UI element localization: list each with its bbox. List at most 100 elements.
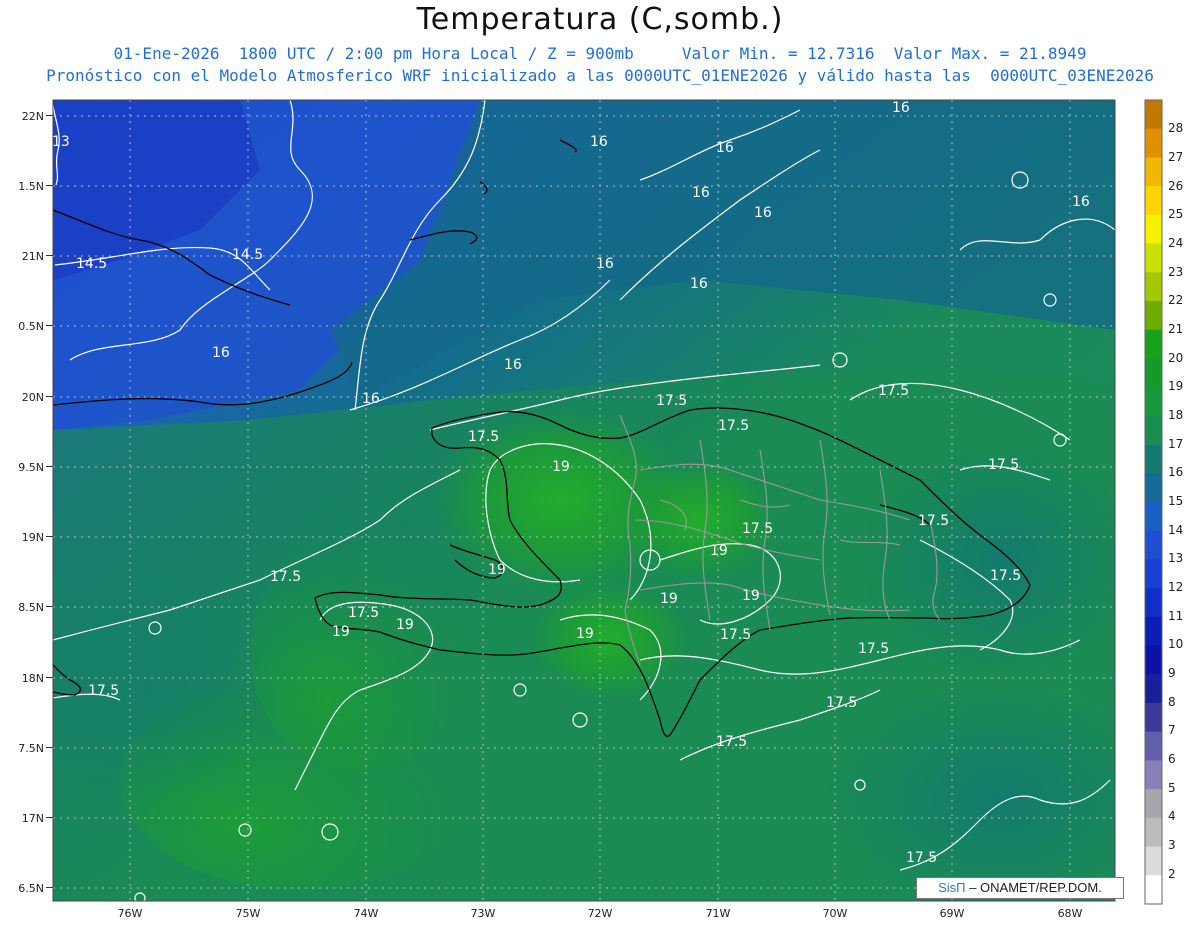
colorbar-swatch [1145,760,1162,790]
colorbar-label: 6 [1168,752,1176,766]
contour-label: 16 [590,134,608,150]
lon-tick-label: 70W [823,907,848,920]
lon-tick-label: 76W [118,907,143,920]
colorbar-swatch [1145,875,1162,905]
colorbar-swatch [1145,128,1162,159]
colorbar-swatch [1145,387,1162,417]
colorbar-label: 25 [1168,207,1183,221]
colorbar-label: 2 [1168,867,1176,881]
contour-label: 19 [332,624,350,640]
lon-tick-label: 69W [940,907,965,920]
contour-label: 19 [488,562,506,578]
contour-label: 19 [396,617,414,633]
latitude-tick-marks [46,115,53,888]
colorbar-swatch [1145,473,1162,503]
lon-tick-label: 71W [706,907,731,920]
colorbar-swatch [1145,301,1162,331]
contour-label: 17.5 [988,457,1019,473]
colorbar-swatch [1145,358,1162,388]
contour-label: 17.5 [716,734,747,750]
colorbar-swatch [1145,272,1162,302]
lat-tick-label: 7.5N [18,742,44,755]
contour-label: 16 [596,256,614,272]
colorbar-label: 21 [1168,322,1183,336]
temperature-map: 22N 1.5N 21N 0.5N 20N 9.5N 19N 8.5N 18N … [18,99,1183,920]
contour-label: 17.5 [88,683,119,699]
colorbar-swatch [1145,415,1162,446]
colorbar-label: 24 [1168,236,1183,250]
colorbar-swatch [1145,214,1162,245]
colorbar-label: 8 [1168,695,1176,709]
colorbar-swatch [1145,817,1162,848]
colorbar-label: 19 [1168,379,1183,393]
contour-label: 17.5 [918,513,949,529]
contour-label: 19 [742,588,760,604]
contour-label: 14.5 [76,256,107,272]
colorbar-label: 4 [1168,809,1176,823]
contour-label: 17.5 [656,393,687,409]
colorbar-swatch [1145,100,1162,130]
contour-label: 17.5 [990,568,1021,584]
contour-label: 16 [362,391,380,407]
colorbar-swatch [1145,616,1162,647]
lat-tick-label: 22N [22,110,44,123]
contour-label: 16 [892,100,910,116]
lat-tick-label: 20N [22,391,44,404]
colorbar-swatch [1145,444,1162,474]
contour-label: 16 [1072,194,1090,210]
colorbar-label: 11 [1168,609,1183,623]
colorbar-swatch [1145,243,1162,273]
colorbar-swatch [1145,186,1162,216]
contour-label: 17.5 [468,429,499,445]
colorbar-swatch [1145,530,1162,561]
colorbar-label: 22 [1168,293,1183,307]
colorbar-label: 28 [1168,121,1183,135]
colorbar-swatch [1145,703,1162,733]
credit-text: – ONAMET/REP.DOM. [969,880,1102,895]
contour-label: 17.5 [720,627,751,643]
contour-label: 19 [576,626,594,642]
lat-tick-label: 6.5N [18,882,44,895]
colorbar-label: 10 [1168,637,1183,651]
contour-label: 19 [660,591,678,607]
lat-tick-label: 9.5N [18,461,44,474]
contour-label: 17.5 [878,383,909,399]
lat-tick-label: 19N [22,531,44,544]
lon-tick-label: 73W [471,907,496,920]
colorbar-label: 3 [1168,838,1176,852]
colorbar-label: 9 [1168,666,1176,680]
contour-label: 16 [716,140,734,156]
contour-label: 14.5 [232,247,263,263]
colorbar-label: 23 [1168,265,1183,279]
latitude-axis: 22N 1.5N 21N 0.5N 20N 9.5N 19N 8.5N 18N … [18,110,44,895]
colorbar-swatch [1145,645,1162,675]
credit-box: SisΠ – ONAMET/REP.DOM. [916,877,1124,899]
colorbar-label: 26 [1168,179,1183,193]
colorbar-label: 15 [1168,494,1183,508]
lon-tick-label: 75W [236,907,261,920]
lat-tick-label: 8.5N [18,601,44,614]
colorbar-label: 14 [1168,523,1183,537]
longitude-axis: 76W 75W 74W 73W 72W 71W 70W 69W 68W [118,907,1083,920]
contour-label: 16 [504,357,522,373]
contour-label: 16 [690,276,708,292]
credit-brand: SisΠ [938,880,966,895]
colorbar-swatch [1145,157,1162,187]
shaded-field [53,100,1115,901]
colorbar-swatch [1145,502,1162,532]
colorbar-swatch [1145,588,1162,618]
contour-label: 17.5 [742,521,773,537]
contour-label: 17.5 [906,850,937,866]
lat-tick-label: 1.5N [18,180,44,193]
colorbar-label: 5 [1168,781,1176,795]
contour-label: 16 [212,345,230,361]
contour-label: 17.5 [348,605,379,621]
colorbar-swatch [1145,674,1162,704]
lat-tick-label: 0.5N [18,320,44,333]
contour-label: 17.5 [718,418,749,434]
colorbar-label: 27 [1168,150,1183,164]
lat-tick-label: 21N [22,250,44,263]
colorbar-swatch [1145,846,1162,876]
colorbar-label: 12 [1168,580,1183,594]
colorbar-swatch [1145,559,1162,589]
